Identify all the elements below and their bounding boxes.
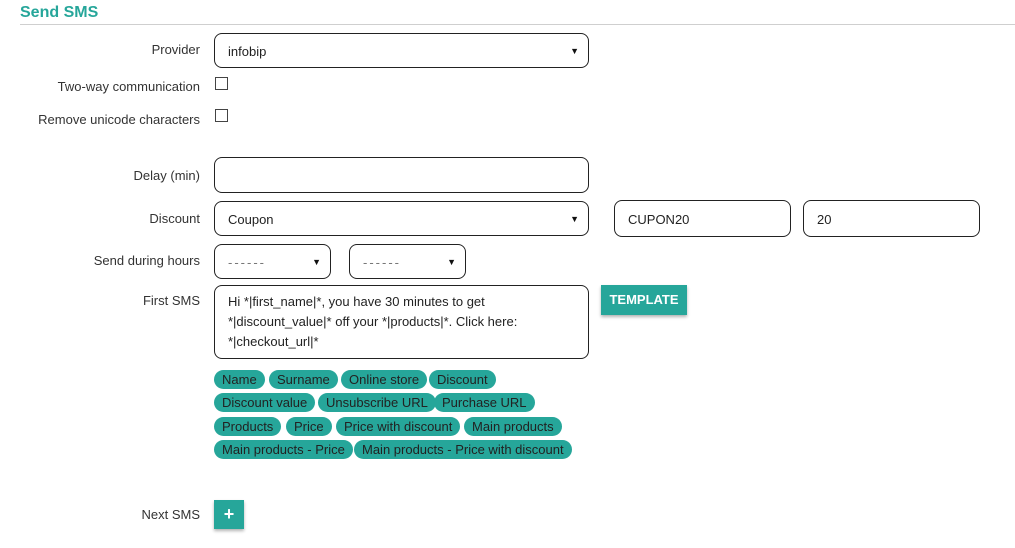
coupon-code-value: CUPON20 xyxy=(628,212,690,227)
discount-amount-input[interactable]: 20 xyxy=(803,200,980,237)
caret-down-icon: ▼ xyxy=(312,257,321,267)
provider-select[interactable]: infobip ▼ xyxy=(214,33,589,68)
page-title: Send SMS xyxy=(20,4,99,21)
tag-surname[interactable]: Surname xyxy=(269,370,338,389)
discount-label: Discount xyxy=(149,211,200,226)
tag-main-products[interactable]: Main products xyxy=(464,417,562,436)
tag-discount-value[interactable]: Discount value xyxy=(214,393,316,412)
coupon-code-input[interactable]: CUPON20 xyxy=(614,200,791,237)
hours-from-value: ------ xyxy=(228,255,266,270)
remove-unicode-checkbox[interactable] xyxy=(215,109,228,122)
tag-purchase-url[interactable]: Purchase URL xyxy=(434,393,535,412)
tag-price[interactable]: Price xyxy=(286,417,332,436)
delay-input[interactable] xyxy=(214,157,589,193)
tag-name[interactable]: Name xyxy=(214,370,265,389)
hours-label: Send during hours xyxy=(93,253,200,268)
first-sms-text: Hi *|first_name|*, you have 30 minutes t… xyxy=(228,294,518,349)
two-way-label: Two-way communication xyxy=(57,79,200,94)
title-divider xyxy=(20,24,1015,25)
add-sms-button[interactable]: + xyxy=(214,500,244,529)
first-sms-label: First SMS xyxy=(142,293,200,308)
provider-label: Provider xyxy=(151,42,200,57)
provider-value: infobip xyxy=(228,44,267,59)
discount-type-select[interactable]: Coupon ▼ xyxy=(214,201,589,236)
discount-amount-value: 20 xyxy=(817,212,832,227)
two-way-checkbox[interactable] xyxy=(215,77,228,90)
template-button[interactable]: TEMPLATE xyxy=(601,285,687,315)
caret-down-icon: ▼ xyxy=(447,257,456,267)
tag-products[interactable]: Products xyxy=(214,417,282,436)
first-sms-textarea[interactable]: Hi *|first_name|*, you have 30 minutes t… xyxy=(214,285,589,359)
tag-main-products-price[interactable]: Main products - Price xyxy=(214,440,353,459)
tag-unsubscribe-url[interactable]: Unsubscribe URL xyxy=(318,393,436,412)
caret-down-icon: ▼ xyxy=(570,46,579,56)
hours-to-value: ------ xyxy=(363,255,401,270)
tag-discount[interactable]: Discount xyxy=(429,370,496,389)
caret-down-icon: ▼ xyxy=(570,214,579,224)
tag-price-with-discount[interactable]: Price with discount xyxy=(336,417,461,436)
plus-icon: + xyxy=(223,504,235,524)
remove-unicode-label: Remove unicode characters xyxy=(38,112,200,127)
discount-type-value: Coupon xyxy=(228,212,274,227)
tag-online-store[interactable]: Online store xyxy=(341,370,428,389)
hours-to-select[interactable]: ------ ▼ xyxy=(349,244,466,279)
delay-label: Delay (min) xyxy=(133,168,200,183)
hours-from-select[interactable]: ------ ▼ xyxy=(214,244,331,279)
next-sms-label: Next SMS xyxy=(141,507,200,522)
tag-main-products-price-with-discount[interactable]: Main products - Price with discount xyxy=(354,440,572,459)
